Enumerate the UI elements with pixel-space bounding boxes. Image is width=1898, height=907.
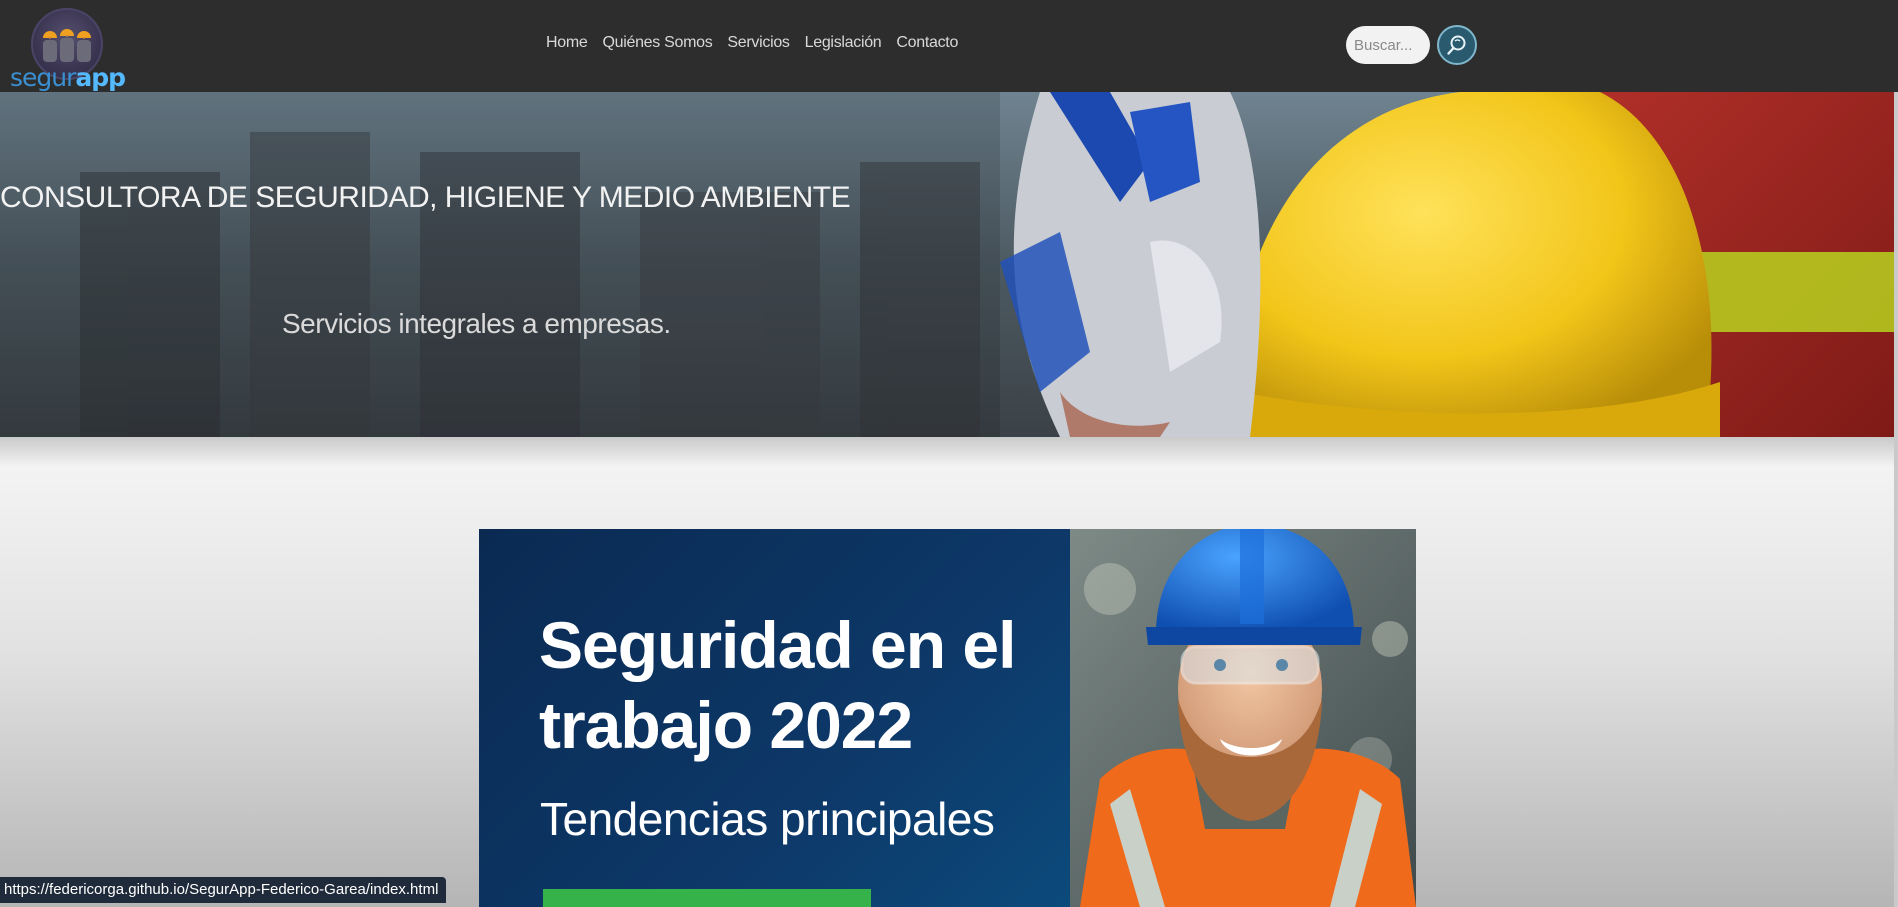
nav-link-legislacion[interactable]: Legislación (805, 34, 882, 52)
vertical-scrollbar[interactable] (1894, 92, 1898, 907)
logo-text-app: app (75, 63, 126, 92)
hero-title: CONSULTORA DE SEGURIDAD, HIGIENE Y MEDIO… (0, 181, 851, 214)
main-nav: Home Quiénes Somos Servicios Legislación… (546, 34, 958, 52)
nav-link-servicios[interactable]: Servicios (727, 34, 790, 52)
logo[interactable]: segurapp (10, 6, 126, 92)
link-status-url: https://federicorga.github.io/SegurApp-F… (0, 877, 447, 903)
hero-background-image (0, 92, 1898, 437)
logo-text-segur: segur (10, 63, 76, 92)
banner-subtitle: Tendencias principales (540, 793, 995, 845)
banner-title-line2: trabajo 2022 (539, 688, 913, 762)
main-content: Seguridad en el trabajo 2022 Tendencias … (0, 437, 1898, 907)
hero-subtitle: Servicios integrales a empresas. (282, 308, 671, 339)
banner-title: Seguridad en el trabajo 2022 (539, 605, 1059, 765)
article-banner[interactable]: Seguridad en el trabajo 2022 Tendencias … (479, 529, 1416, 907)
section-shadow (0, 437, 1898, 467)
search-input[interactable] (1346, 26, 1430, 64)
nav-link-quienes-somos[interactable]: Quiénes Somos (602, 34, 712, 52)
search-button[interactable] (1437, 25, 1477, 65)
nav-link-contacto[interactable]: Contacto (896, 34, 958, 52)
banner-title-line1: Seguridad en el (539, 608, 1016, 682)
nav-link-home[interactable]: Home (546, 34, 588, 52)
navbar: segurapp Home Quiénes Somos Servicios Le… (0, 0, 1898, 92)
banner-cta-button[interactable] (543, 889, 871, 907)
worker-photo (1070, 529, 1416, 907)
logo-wordmark: segurapp (10, 63, 126, 92)
search-icon (1447, 35, 1466, 55)
hero-section: CONSULTORA DE SEGURIDAD, HIGIENE Y MEDIO… (0, 92, 1898, 437)
